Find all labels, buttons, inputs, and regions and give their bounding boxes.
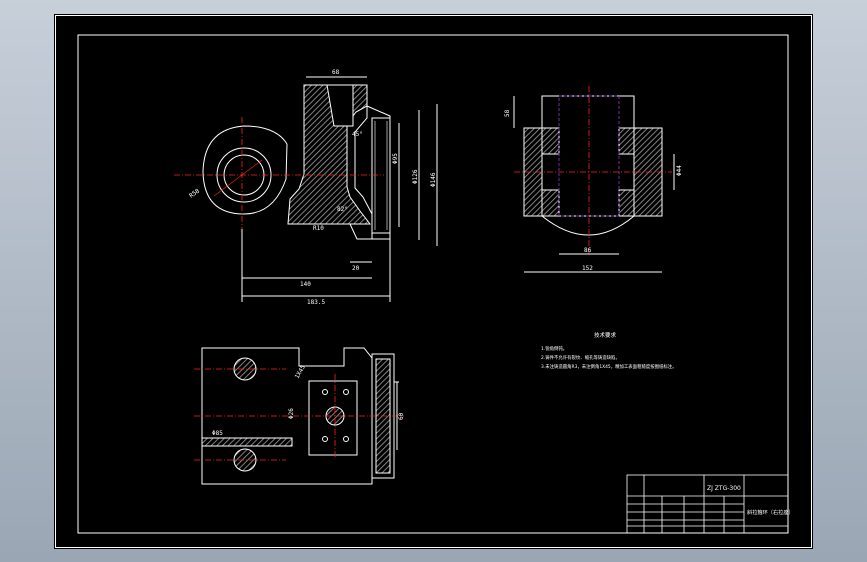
dim-side-inner: 86: [584, 247, 592, 254]
bolt-hole-2: [343, 389, 349, 395]
hatched-section: [287, 84, 372, 225]
technical-notes: 技术要求 1.锐角倒钝。 2.铸件不允许有裂纹、缩孔等铸造缺陷。 3.未注铸造圆…: [541, 331, 677, 370]
dim-r-fillet: R10: [313, 225, 324, 232]
note-item-1: 1.锐角倒钝。: [541, 345, 567, 352]
note-item-2: 2.铸件不允许有裂纹、缩孔等铸造缺陷。: [541, 354, 620, 361]
front-view: [174, 76, 438, 302]
dim-d-mid: Φ126: [412, 169, 419, 184]
drawing-sheet: 68 R58 Φ95 Φ126 Φ146 45° 82° R10 20 140 …: [54, 14, 813, 549]
engineering-drawing: 68 R58 Φ95 Φ126 Φ146 45° 82° R10 20 140 …: [55, 15, 812, 548]
notes-title: 技术要求: [594, 331, 617, 339]
tb-part-name: 斜拉箍环（右拉座）: [747, 508, 794, 516]
bolt-hole-1: [322, 389, 328, 395]
dim-w-step: 20: [352, 265, 360, 272]
fillet-line: [349, 223, 372, 240]
dim-side-height: 58: [504, 109, 511, 117]
lug-outline: [202, 125, 288, 215]
flange-hatch-lines: [374, 121, 388, 230]
title-block: [626, 474, 789, 534]
dim-d-hole: Φ26: [288, 408, 295, 419]
dim-top-width: 68: [332, 69, 340, 76]
bolt-hole-4: [343, 436, 349, 442]
bolt-hole-3: [322, 436, 328, 442]
dim-d-outer: Φ146: [430, 172, 437, 187]
tb-drawing-no: ZJ ZTG-300: [707, 485, 741, 492]
radius-leader: [213, 159, 263, 197]
dim-w-base: 140: [300, 281, 311, 288]
dim-side-total: 152: [582, 265, 593, 272]
dim-angle-upper: 45°: [352, 131, 363, 138]
dim-d-bore: Φ95: [392, 153, 399, 164]
dim-depth: Φ85: [212, 430, 223, 437]
dim-angle-lower: 82°: [337, 206, 348, 213]
outer-border: [55, 15, 812, 548]
dim-r-outer: R58: [188, 187, 201, 199]
dim-w-total: 183.5: [307, 299, 325, 306]
side-view: [513, 86, 675, 273]
dim-width: 60: [398, 412, 405, 420]
top-slot-hatch: [201, 437, 293, 447]
inner-frame: [77, 34, 789, 534]
side-bottom-arc: [541, 215, 635, 236]
note-item-3: 3.未注铸造圆角R3，未注倒角1X45，精加工表面粗糙度按图纸标注。: [541, 363, 677, 370]
dim-side-boss: Φ44: [676, 165, 683, 176]
